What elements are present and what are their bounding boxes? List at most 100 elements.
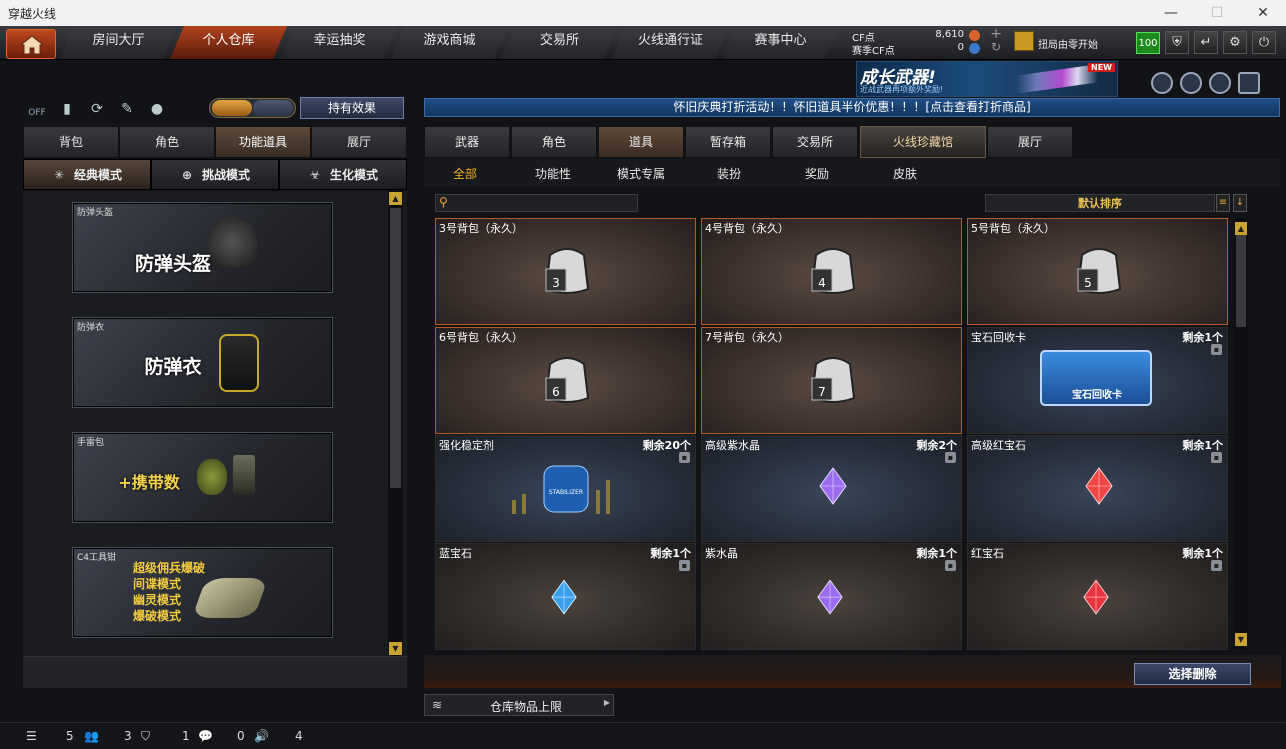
left-tab-backpack[interactable]: 背包 — [23, 126, 119, 158]
subtab-reward[interactable]: 奖励 — [805, 165, 829, 182]
off-toggle-icon[interactable]: OFF — [27, 103, 47, 123]
subtab-functional[interactable]: 功能性 — [535, 165, 571, 182]
item-name: 紫水晶 — [705, 547, 738, 560]
item-card[interactable]: 蓝宝石 剩余1个 ▪ — [435, 543, 696, 650]
exit-icon[interactable]: ↵ — [1194, 31, 1218, 54]
chat-icon[interactable]: 💬 — [198, 729, 213, 743]
item-card[interactable]: 4号背包（永久） 4 — [701, 218, 962, 325]
item-card[interactable]: 红宝石 剩余1个 ▪ — [967, 543, 1228, 650]
lock-icon[interactable]: ▪ — [1211, 452, 1222, 463]
sort-dropdown[interactable]: 默认排序 — [985, 194, 1215, 212]
stats-icon[interactable]: ▮ — [57, 99, 77, 119]
sort-order-icon[interactable]: ↓ — [1233, 194, 1247, 212]
left-scrollbar[interactable]: ▲ ▼ — [388, 191, 403, 656]
event-icon-4[interactable] — [1238, 72, 1260, 94]
equipment-slot[interactable]: 手雷包 +携带数 — [72, 432, 333, 523]
refresh-cycle-icon[interactable]: ⟳ — [87, 99, 107, 119]
nav-tab-4[interactable]: 交易所 — [501, 26, 618, 59]
item-scrollbar[interactable]: ▲ ▼ — [1234, 218, 1248, 650]
event-icon-3[interactable] — [1209, 72, 1231, 94]
menu-icon[interactable]: ☰ — [26, 729, 37, 743]
equipment-slot[interactable]: C4工具钳 超级佣兵爆破 间谍模式 幽灵模式 爆破模式 — [72, 547, 333, 638]
friends-icon[interactable]: 👥 — [84, 729, 99, 743]
rank-display[interactable]: 扭局由零开始 — [1014, 31, 1124, 53]
subtab-skin[interactable]: 皮肤 — [893, 165, 917, 182]
mode-classic[interactable]: ✳ 经典模式 — [23, 159, 151, 190]
wrench-icon[interactable]: ✎ — [117, 99, 137, 119]
left-tab-showroom[interactable]: 展厅 — [311, 126, 407, 158]
scroll-up-icon[interactable]: ▲ — [1235, 222, 1247, 235]
maximize-icon[interactable]: ☐ — [1194, 0, 1240, 26]
nav-tab-3[interactable]: 游戏商城 — [391, 26, 508, 59]
subtab-mode[interactable]: 模式专属 — [617, 165, 665, 182]
nav-tab-5[interactable]: 火线通行证 — [612, 26, 729, 59]
view-toggle[interactable] — [209, 98, 296, 118]
item-card[interactable]: 7号背包（永久） 7 — [701, 327, 962, 434]
lock-icon[interactable]: ▪ — [945, 452, 956, 463]
subtab-dress[interactable]: 装扮 — [717, 165, 741, 182]
nav-tab-6[interactable]: 赛事中心 — [722, 26, 839, 59]
subtab-all[interactable]: 全部 — [453, 165, 477, 182]
item-card[interactable]: 紫水晶 剩余1个 ▪ — [701, 543, 962, 650]
minimize-icon[interactable]: — — [1148, 0, 1194, 26]
effect-button[interactable]: 持有效果 — [300, 97, 404, 119]
scroll-thumb[interactable] — [1236, 235, 1246, 327]
backpack-icon: 4 — [810, 248, 856, 294]
speaker-icon[interactable]: 🔊 — [254, 729, 269, 743]
item-name: 7号背包（永久） — [705, 331, 789, 344]
sale-notice[interactable]: 怀旧庆典打折活动！！怀旧道具半价优惠！！！[点击查看打折商品] — [424, 98, 1280, 117]
item-card[interactable]: 3号背包（永久） 3 — [435, 218, 696, 325]
capacity-limit-button[interactable]: ≋ 仓库物品上限 ▶ — [424, 694, 614, 716]
right-tab-storage[interactable]: 暂存箱 — [685, 126, 771, 158]
list-view-icon[interactable]: ≡ — [1216, 194, 1230, 212]
item-card[interactable]: 宝石回收卡 剩余1个 ▪ 宝石回收卡 — [967, 327, 1228, 434]
scroll-up-icon[interactable]: ▲ — [389, 192, 402, 205]
right-tab-weapons[interactable]: 武器 — [424, 126, 510, 158]
right-tab-exchange[interactable]: 交易所 — [772, 126, 858, 158]
left-tab-function[interactable]: 功能道具 — [215, 126, 311, 158]
item-card[interactable]: 6号背包（永久） 6 — [435, 327, 696, 434]
mode-biochem[interactable]: ☣ 生化模式 — [279, 159, 407, 190]
scroll-down-icon[interactable]: ▼ — [1235, 633, 1247, 646]
equipment-slot[interactable]: 防弹头盔 防弹头盔 — [72, 202, 333, 293]
right-tab-collection[interactable]: 火线珍藏馆 — [860, 126, 986, 158]
promo-banner[interactable]: 成长武器! 近战武器再项额外奖励! NEW — [856, 61, 1118, 97]
nav-tab-2[interactable]: 幸运抽奖 — [281, 26, 398, 59]
home-button[interactable] — [6, 29, 56, 59]
event-icon-1[interactable] — [1151, 72, 1173, 94]
grenade-icon[interactable]: ● — [147, 99, 167, 119]
nav-tab-0[interactable]: 房间大厅 — [60, 26, 177, 59]
mode-challenge[interactable]: ⊕ 挑战模式 — [151, 159, 279, 190]
close-icon[interactable]: ✕ — [1240, 0, 1286, 26]
scroll-down-icon[interactable]: ▼ — [389, 642, 402, 655]
item-grid: 3号背包（永久） 3 4号背包（永久） 4 5号背包（永久） 5 6号背包（永久… — [435, 218, 1230, 650]
left-tab-character[interactable]: 角色 — [119, 126, 215, 158]
select-delete-button[interactable]: 选择删除 — [1134, 663, 1251, 685]
right-tab-showroom[interactable]: 展厅 — [987, 126, 1073, 158]
lock-icon[interactable]: ▪ — [945, 560, 956, 571]
lock-icon[interactable]: ▪ — [679, 452, 690, 463]
search-box[interactable]: ⚲ — [435, 194, 638, 212]
lock-icon[interactable]: ▪ — [679, 560, 690, 571]
nav-tab-1[interactable]: 个人仓库 — [170, 26, 287, 59]
item-remaining: 剩余1个 — [916, 547, 957, 560]
bag-number: 3 — [552, 276, 560, 290]
lock-icon[interactable]: ▪ — [1211, 344, 1222, 355]
item-card[interactable]: 强化稳定剂 剩余20个 ▪ STABILIZER — [435, 435, 696, 542]
item-card[interactable]: 高级紫水晶 剩余2个 ▪ — [701, 435, 962, 542]
clan-shield-icon[interactable]: ⛉ — [141, 729, 150, 744]
right-tab-items[interactable]: 道具 — [598, 126, 684, 158]
item-card[interactable]: 5号背包（永久） 5 — [967, 218, 1228, 325]
lock-icon[interactable]: ▪ — [1211, 560, 1222, 571]
right-tab-character[interactable]: 角色 — [511, 126, 597, 158]
gear-icon[interactable]: ⚙ — [1223, 31, 1247, 54]
item-remaining: 剩余1个 — [1182, 331, 1223, 344]
item-card[interactable]: 高级红宝石 剩余1个 ▪ — [967, 435, 1228, 542]
level-badge[interactable]: 100 — [1136, 32, 1160, 54]
event-icon-2[interactable] — [1180, 72, 1202, 94]
scroll-thumb[interactable] — [390, 208, 401, 488]
refresh-icon[interactable]: ↻ — [991, 40, 1001, 54]
shield-icon[interactable]: ⛨ — [1165, 31, 1189, 54]
equipment-slot[interactable]: 防弹衣 防弹衣 — [72, 317, 333, 408]
power-icon[interactable]: ⏻ — [1252, 31, 1276, 54]
